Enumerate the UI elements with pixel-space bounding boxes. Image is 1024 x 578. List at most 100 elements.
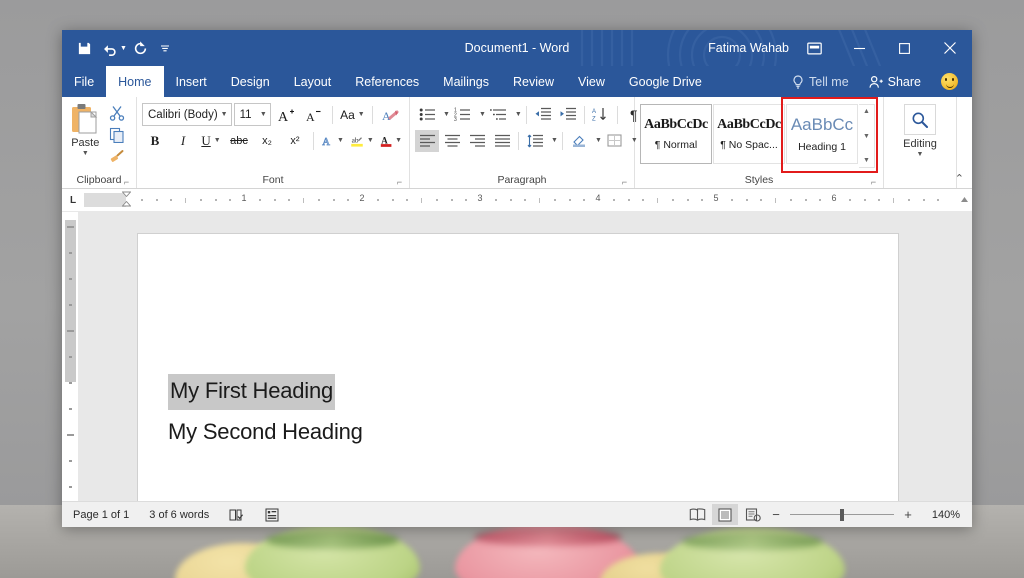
feedback-smiley-icon[interactable] (941, 73, 958, 90)
paste-dropdown-caret[interactable]: ▼ (82, 150, 89, 157)
tab-stop-selector[interactable]: L (62, 189, 84, 211)
tab-home[interactable]: Home (106, 66, 163, 97)
styles-scroll-up-icon[interactable]: ▲ (863, 107, 870, 116)
clear-formatting-icon[interactable]: A (378, 104, 404, 126)
tab-file[interactable]: File (62, 66, 106, 97)
text-effects-button[interactable]: A ▼ (319, 130, 346, 152)
align-center-icon[interactable] (440, 130, 464, 152)
tab-insert[interactable]: Insert (164, 66, 219, 97)
zoom-slider-thumb[interactable] (840, 509, 844, 521)
minimize-button[interactable] (837, 30, 882, 66)
strikethrough-button[interactable]: abc (226, 130, 252, 152)
cut-icon[interactable] (106, 103, 128, 123)
font-size-caret[interactable]: ▼ (260, 111, 267, 118)
align-left-icon[interactable] (415, 130, 439, 152)
ribbon-display-options-icon[interactable] (803, 36, 825, 60)
align-right-icon[interactable] (465, 130, 489, 152)
paragraph-dialog-launcher[interactable]: ⌐ (620, 178, 629, 187)
change-case-caret[interactable]: ▼ (358, 111, 365, 118)
vertical-ruler[interactable] (62, 212, 78, 501)
customize-qat-icon[interactable] (154, 37, 177, 60)
accessibility-checker-icon[interactable] (265, 508, 279, 522)
page-content[interactable]: My First Heading My Second Heading (138, 234, 898, 448)
style-tile-heading-1[interactable]: AaBbCc Heading 1 (786, 104, 858, 164)
sort-icon[interactable]: AZ (589, 104, 613, 126)
redo-icon[interactable] (129, 37, 152, 60)
line-spacing-icon[interactable] (523, 130, 547, 152)
decrease-indent-icon[interactable] (531, 104, 555, 126)
editing-button[interactable]: Editing ▼ (889, 100, 951, 173)
superscript-button[interactable]: x² (282, 130, 308, 152)
web-layout-button[interactable] (740, 504, 766, 525)
undo-icon[interactable] (98, 37, 121, 60)
tab-review[interactable]: Review (501, 66, 566, 97)
zoom-out-button[interactable]: − (768, 508, 784, 521)
font-color-button[interactable]: A ▼ (378, 130, 404, 152)
zoom-percentage[interactable]: 140% (926, 509, 960, 521)
copy-icon[interactable] (106, 125, 128, 145)
styles-dialog-launcher[interactable]: ⌐ (869, 178, 878, 187)
font-dialog-launcher[interactable]: ⌐ (395, 178, 404, 187)
line-spacing-caret[interactable]: ▼ (551, 137, 558, 144)
font-color-caret[interactable]: ▼ (395, 137, 402, 144)
print-layout-button[interactable] (712, 504, 738, 525)
horizontal-ruler[interactable]: 123456 (84, 189, 956, 211)
zoom-in-button[interactable]: + (900, 508, 916, 521)
styles-scroll-down-icon[interactable]: ▼ (863, 132, 870, 141)
bullets-caret[interactable]: ▼ (443, 111, 450, 118)
editing-dropdown-caret[interactable]: ▼ (917, 151, 924, 158)
collapse-ribbon-icon[interactable]: ⌃ (955, 172, 964, 185)
multilevel-list-icon[interactable] (487, 104, 511, 126)
close-button[interactable] (927, 30, 972, 66)
document-line-2[interactable]: My Second Heading (168, 416, 363, 448)
document-line-1[interactable]: My First Heading (168, 374, 335, 410)
change-case-button[interactable]: Aa ▼ (337, 104, 367, 126)
italic-button[interactable]: I (170, 130, 196, 152)
numbering-icon[interactable]: 123 (451, 104, 475, 126)
document-page[interactable]: My First Heading My Second Heading (138, 234, 898, 501)
grow-font-icon[interactable]: A (273, 104, 299, 126)
proofing-errors-icon[interactable] (229, 508, 245, 522)
clipboard-dialog-launcher[interactable]: ⌐ (122, 178, 131, 187)
word-count[interactable]: 3 of 6 words (149, 509, 209, 521)
borders-icon[interactable] (603, 130, 627, 152)
justify-icon[interactable] (490, 130, 514, 152)
font-name-caret[interactable]: ▼ (221, 111, 228, 118)
highlight-caret[interactable]: ▼ (367, 137, 374, 144)
multilevel-caret[interactable]: ▼ (515, 111, 522, 118)
text-highlight-button[interactable]: ab ▼ (348, 130, 376, 152)
font-size-combo[interactable]: 11 ▼ (234, 103, 271, 126)
read-mode-button[interactable] (684, 504, 710, 525)
tab-view[interactable]: View (566, 66, 617, 97)
paste-button[interactable]: Paste ▼ (67, 100, 104, 173)
tab-references[interactable]: References (343, 66, 431, 97)
tab-layout[interactable]: Layout (282, 66, 344, 97)
style-tile-no-spacing[interactable]: AaBbCcDc ¶ No Spac... (713, 104, 785, 164)
tell-me-box[interactable]: Tell me (782, 75, 859, 89)
shading-icon[interactable] (567, 130, 591, 152)
maximize-button[interactable] (882, 30, 927, 66)
style-tile-normal[interactable]: AaBbCcDc ¶ Normal (640, 104, 712, 164)
underline-caret[interactable]: ▼ (214, 137, 221, 144)
zoom-slider[interactable] (790, 508, 894, 521)
numbering-caret[interactable]: ▼ (479, 111, 486, 118)
undo-dropdown-caret[interactable]: ▼ (120, 45, 127, 52)
find-magnifier-icon[interactable] (904, 104, 936, 135)
page-indicator[interactable]: Page 1 of 1 (73, 509, 129, 521)
save-icon[interactable] (73, 37, 96, 60)
subscript-button[interactable]: x₂ (254, 130, 280, 152)
format-painter-icon[interactable] (106, 147, 128, 167)
tab-google-drive[interactable]: Google Drive (617, 66, 714, 97)
font-name-combo[interactable]: Calibri (Body) ▼ (142, 103, 232, 126)
share-button[interactable]: Share (859, 75, 931, 89)
document-scroll-region[interactable]: My First Heading My Second Heading (78, 212, 958, 501)
shrink-font-icon[interactable]: A (301, 104, 327, 126)
styles-more-icon[interactable]: ▼ (863, 156, 870, 165)
tab-design[interactable]: Design (219, 66, 282, 97)
text-effects-caret[interactable]: ▼ (337, 137, 344, 144)
shading-caret[interactable]: ▼ (595, 137, 602, 144)
indent-markers-icon[interactable] (122, 191, 131, 207)
bullets-icon[interactable] (415, 104, 439, 126)
underline-button[interactable]: U ▼ (198, 130, 224, 152)
tab-mailings[interactable]: Mailings (431, 66, 501, 97)
